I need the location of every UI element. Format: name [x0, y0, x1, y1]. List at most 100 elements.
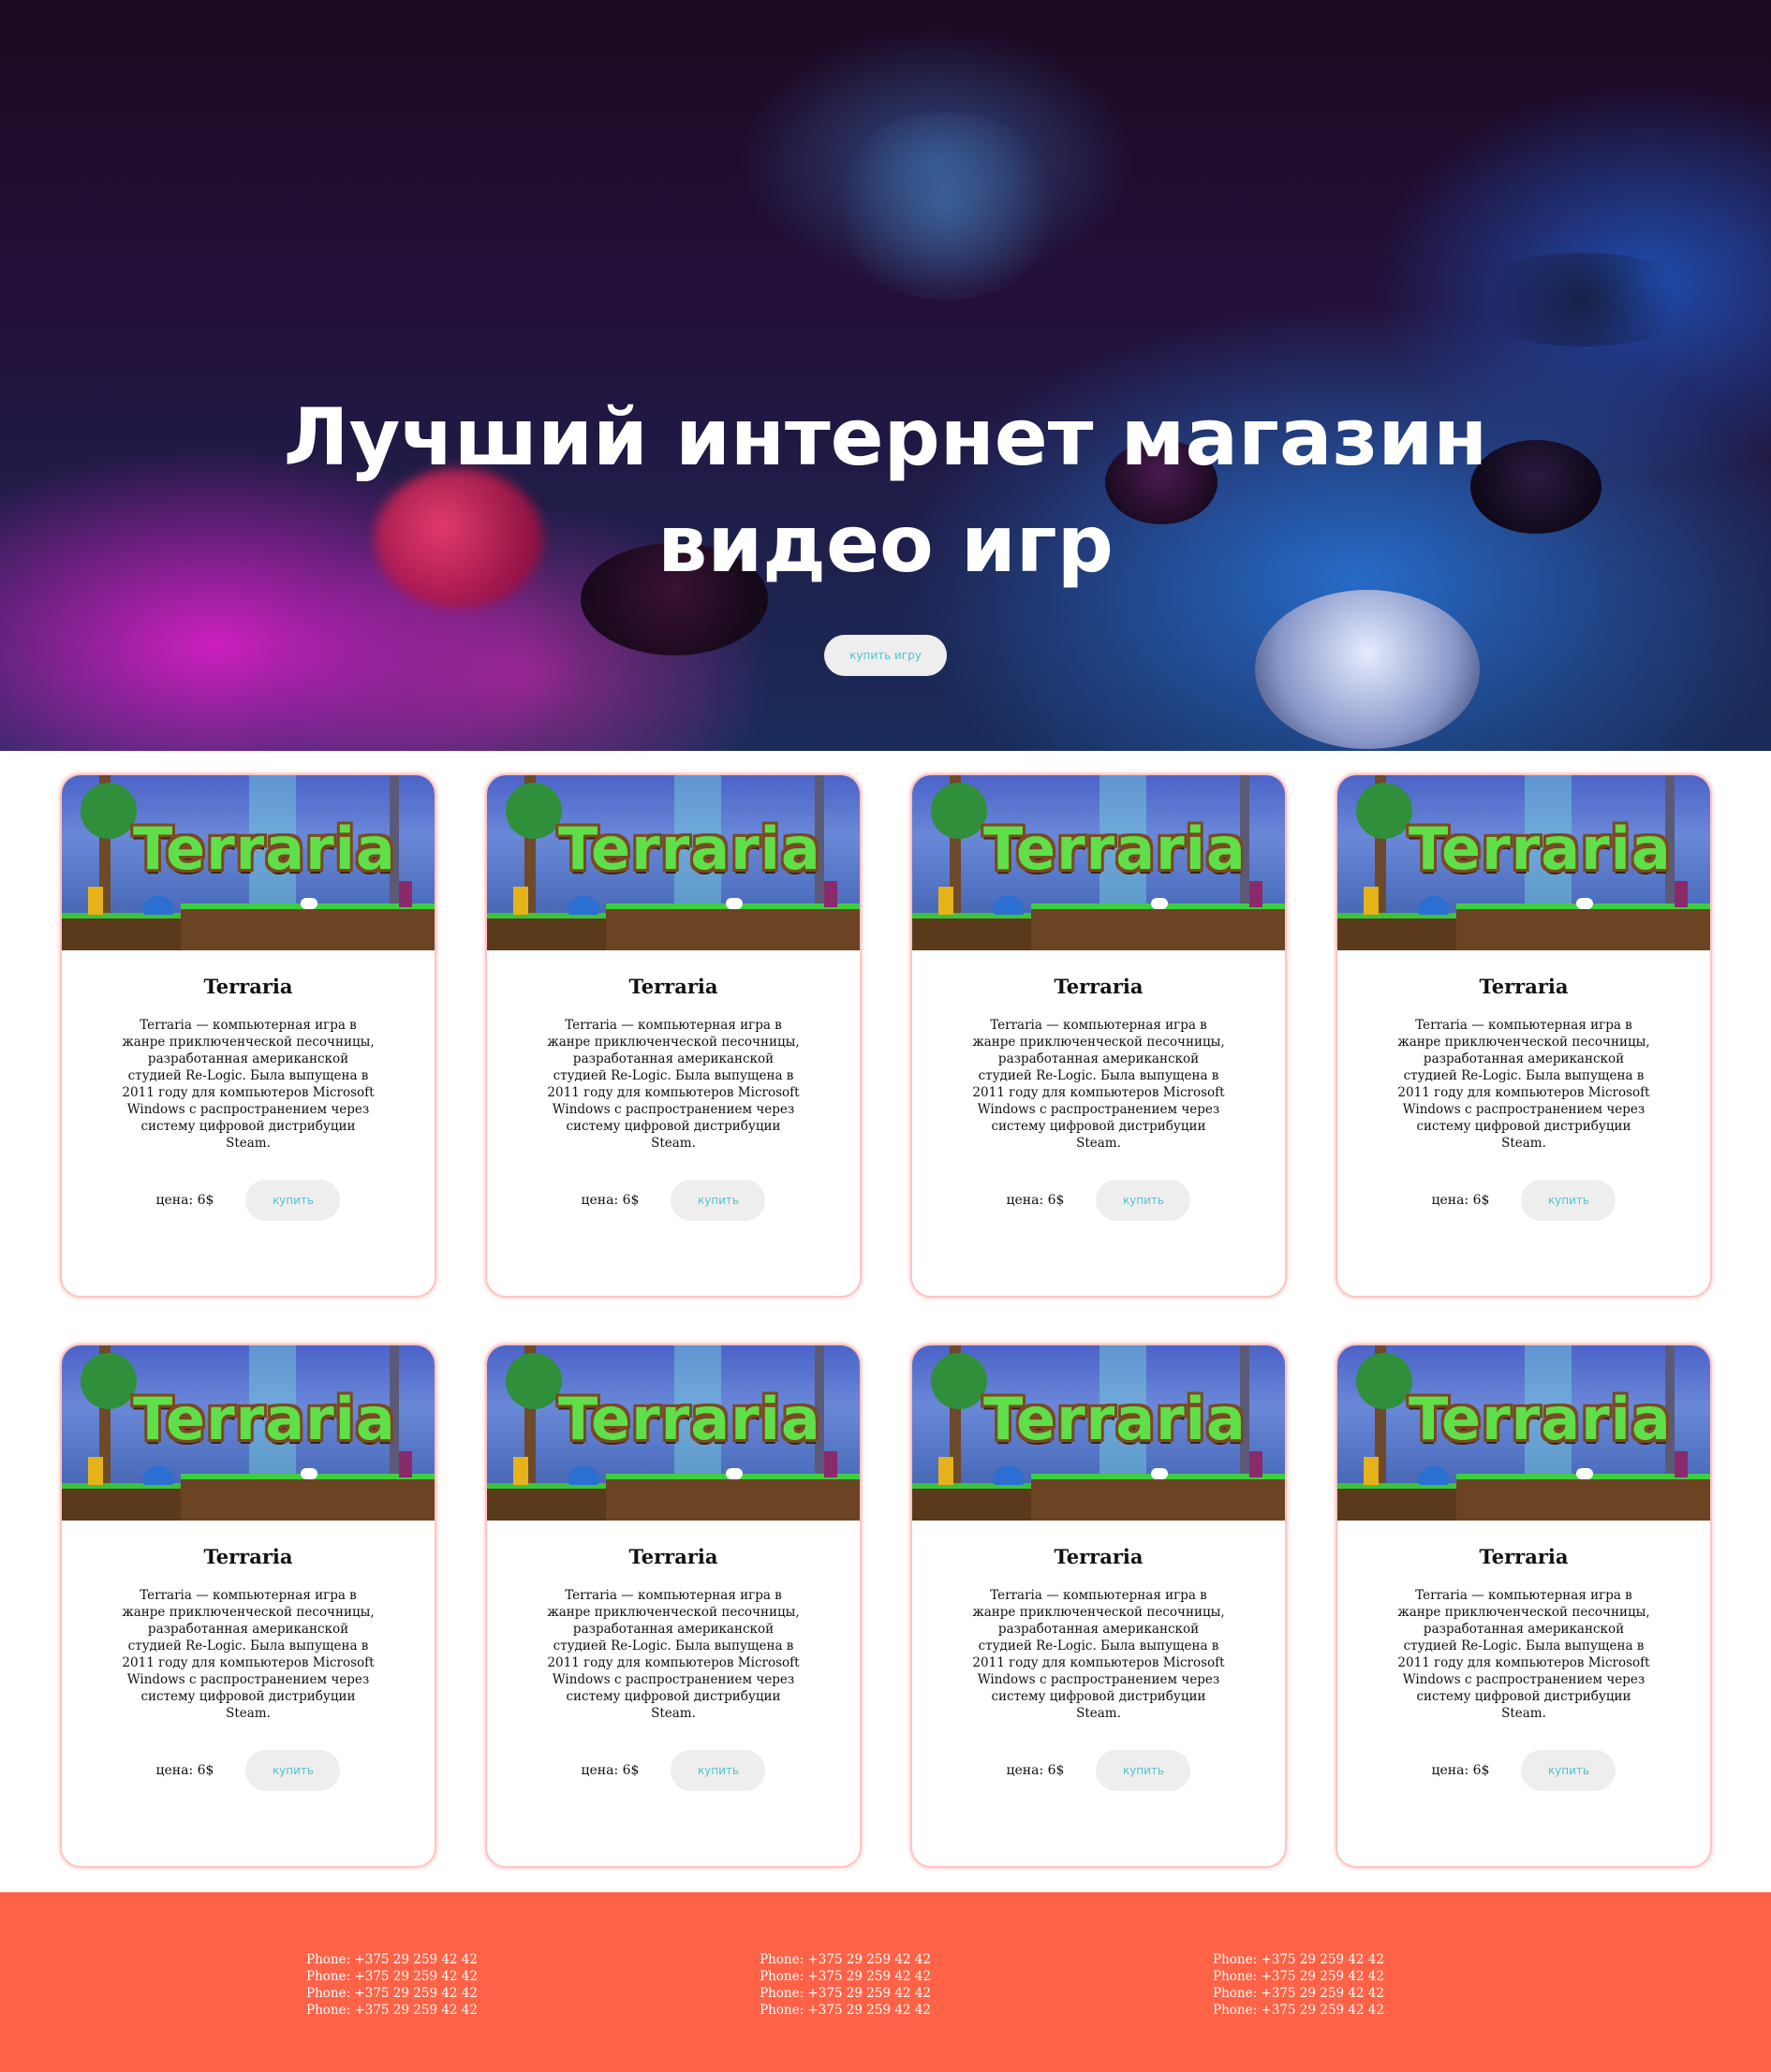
ground-decor — [1456, 1474, 1710, 1521]
product-description: Terraria — компьютерная игра в жанре при… — [972, 1588, 1225, 1721]
slime-decor — [142, 1466, 174, 1485]
product-card: Terraria Terraria Terraria — компьютерна… — [60, 1344, 436, 1868]
character-decor — [399, 1451, 412, 1477]
character-decor — [824, 881, 837, 907]
product-footer: цена: 6$ купить — [912, 1750, 1285, 1791]
game-logo: Terraria — [558, 1385, 821, 1453]
buy-game-button[interactable]: купить игру — [824, 635, 947, 676]
footer: Phone: +375 29 259 42 42 Phone: +375 29 … — [0, 1892, 1771, 2072]
product-title: Terraria — [1479, 975, 1569, 998]
product-description: Terraria — компьютерная игра в жанре при… — [1397, 1588, 1650, 1721]
product-card: Terraria Terraria Terraria — компьютерна… — [1336, 773, 1712, 1298]
product-title: Terraria — [1054, 1545, 1144, 1568]
product-image: Terraria — [1337, 1345, 1710, 1521]
tree-crown-decor — [1356, 783, 1412, 839]
product-image: Terraria — [912, 1345, 1285, 1521]
ground-decor — [181, 1474, 435, 1521]
slime-decor — [993, 1466, 1025, 1485]
tree-crown-decor — [81, 1353, 137, 1409]
product-price: цена: 6$ — [1431, 1193, 1490, 1208]
product-price: цена: 6$ — [155, 1763, 214, 1778]
product-footer: цена: 6$ купить — [1337, 1180, 1710, 1221]
product-footer: цена: 6$ купить — [487, 1750, 860, 1791]
ground-decor — [606, 1474, 860, 1521]
buy-button[interactable]: купить — [1096, 1180, 1191, 1221]
ground-decor — [1031, 1474, 1285, 1521]
product-image: Terraria — [912, 775, 1285, 950]
tree-crown-decor — [506, 1353, 562, 1409]
product-price: цена: 6$ — [1006, 1193, 1065, 1208]
buy-button[interactable]: купить — [245, 1180, 341, 1221]
game-logo: Terraria — [983, 815, 1247, 883]
gamepad-x-button-decor — [1255, 590, 1480, 749]
product-title: Terraria — [203, 975, 293, 998]
footer-contacts-column: Phone: +375 29 259 42 42 Phone: +375 29 … — [306, 1951, 478, 2019]
slime-decor — [568, 1466, 599, 1485]
footer-contacts-column: Phone: +375 29 259 42 42 Phone: +375 29 … — [1213, 1951, 1384, 2019]
product-title: Terraria — [1479, 1545, 1569, 1568]
bunny-decor — [301, 1468, 317, 1479]
product-description: Terraria — компьютерная игра в жанре при… — [1397, 1018, 1650, 1151]
character-decor — [824, 1451, 837, 1477]
product-title: Terraria — [1054, 975, 1144, 998]
character-decor — [938, 1457, 953, 1485]
product-price: цена: 6$ — [581, 1763, 640, 1778]
tree-crown-decor — [931, 783, 987, 839]
product-card: Terraria Terraria Terraria — компьютерна… — [910, 773, 1287, 1298]
tree-crown-decor — [931, 1353, 987, 1409]
product-price: цена: 6$ — [581, 1193, 640, 1208]
character-decor — [1675, 1451, 1688, 1477]
buy-button[interactable]: купить — [245, 1750, 341, 1791]
phone-line: Phone: +375 29 259 42 42 — [1213, 1952, 1384, 1967]
hero-glow — [824, 112, 1068, 300]
product-price: цена: 6$ — [155, 1193, 214, 1208]
buy-button[interactable]: купить — [1521, 1750, 1616, 1791]
character-decor — [1675, 881, 1688, 907]
bunny-decor — [726, 1468, 743, 1479]
product-description: Terraria — компьютерная игра в жанре при… — [122, 1588, 375, 1721]
slime-decor — [568, 896, 599, 915]
phone-line: Phone: +375 29 259 42 42 — [760, 1986, 931, 2001]
character-decor — [88, 887, 103, 915]
buy-button[interactable]: купить — [671, 1750, 766, 1791]
bunny-decor — [1151, 898, 1168, 909]
product-price: цена: 6$ — [1431, 1763, 1490, 1778]
game-logo: Terraria — [983, 1385, 1247, 1453]
bunny-decor — [301, 898, 317, 909]
product-footer: цена: 6$ купить — [62, 1180, 435, 1221]
hero-title-line1: Лучший интернет магазин — [283, 391, 1488, 483]
game-logo: Terraria — [133, 815, 396, 883]
buy-button[interactable]: купить — [671, 1180, 766, 1221]
bunny-decor — [1151, 1468, 1168, 1479]
phone-line: Phone: +375 29 259 42 42 — [760, 2003, 931, 2018]
character-decor — [513, 887, 528, 915]
character-decor — [88, 1457, 103, 1485]
product-image: Terraria — [62, 775, 435, 950]
product-description: Terraria — компьютерная игра в жанре при… — [122, 1018, 375, 1151]
slime-decor — [142, 896, 174, 915]
product-card: Terraria Terraria Terraria — компьютерна… — [910, 1344, 1287, 1868]
product-footer: цена: 6$ купить — [912, 1180, 1285, 1221]
buy-button[interactable]: купить — [1521, 1180, 1616, 1221]
tree-crown-decor — [1356, 1353, 1412, 1409]
phone-line: Phone: +375 29 259 42 42 — [306, 1969, 478, 1984]
buy-button[interactable]: купить — [1096, 1750, 1191, 1791]
character-decor — [938, 887, 953, 915]
game-logo: Terraria — [558, 815, 821, 883]
game-logo: Terraria — [133, 1385, 396, 1453]
bunny-decor — [726, 898, 743, 909]
ground-decor — [181, 904, 435, 950]
slime-decor — [1418, 896, 1450, 915]
phone-line: Phone: +375 29 259 42 42 — [306, 1986, 478, 2001]
product-description: Terraria — компьютерная игра в жанре при… — [547, 1018, 800, 1151]
product-title: Terraria — [628, 1545, 718, 1568]
character-decor — [399, 881, 412, 907]
slime-decor — [993, 896, 1025, 915]
tree-crown-decor — [81, 783, 137, 839]
slime-decor — [1418, 1466, 1450, 1485]
character-decor — [513, 1457, 528, 1485]
ground-decor — [606, 904, 860, 950]
product-footer: цена: 6$ купить — [487, 1180, 860, 1221]
product-footer: цена: 6$ купить — [62, 1750, 435, 1791]
product-title: Terraria — [203, 1545, 293, 1568]
